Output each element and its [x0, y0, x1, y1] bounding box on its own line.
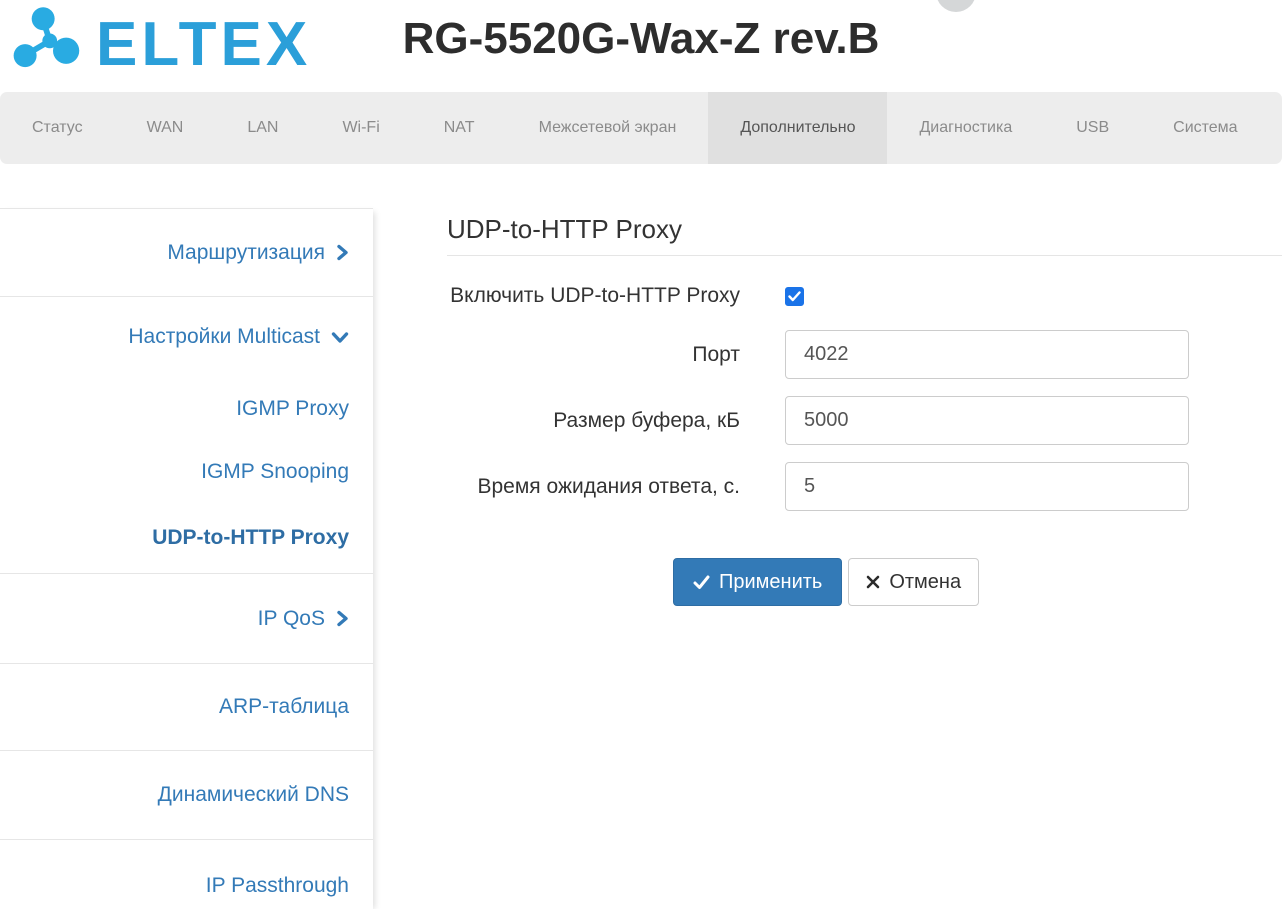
- response-timeout-input[interactable]: [785, 462, 1189, 511]
- sidebar-item-routing[interactable]: Маршрутизация: [0, 209, 373, 297]
- sidebar-item-arp-table[interactable]: ARP-таблица: [0, 664, 373, 751]
- top-circle-decoration: [936, 0, 976, 12]
- enable-proxy-label: Включить UDP-to-HTTP Proxy: [450, 284, 740, 307]
- chevron-right-icon: [337, 244, 348, 261]
- buffer-size-row: Размер буфера, кБ: [447, 396, 1282, 445]
- sidebar-item-udp-to-http-proxy[interactable]: UDP-to-HTTP Proxy: [0, 503, 373, 574]
- form-buttons: Применить Отмена: [673, 558, 1282, 606]
- chevron-down-icon: [331, 331, 349, 343]
- sidebar-item-label: Настройки Multicast: [128, 325, 320, 348]
- tab-diagnostics[interactable]: Диагностика: [887, 92, 1044, 164]
- main-nav: Статус WAN LAN Wi-Fi NAT Межсетевой экра…: [0, 92, 1282, 164]
- port-label: Порт: [692, 342, 740, 366]
- apply-button[interactable]: Применить: [673, 558, 843, 606]
- sidebar-item-label: Маршрутизация: [167, 240, 325, 264]
- sidebar-item-label: IGMP Snooping: [201, 459, 349, 483]
- sidebar-item-label: IP Passthrough: [205, 874, 349, 897]
- sidebar: Маршрутизация Настройки Multicast IGMP P…: [0, 208, 373, 909]
- port-input[interactable]: [785, 330, 1189, 379]
- sidebar-item-multicast-settings[interactable]: Настройки Multicast: [0, 297, 373, 377]
- cancel-button[interactable]: Отмена: [848, 558, 980, 606]
- heading-divider: [447, 255, 1282, 256]
- sidebar-item-ip-passthrough[interactable]: IP Passthrough: [0, 840, 373, 909]
- main-panel: UDP-to-HTTP Proxy Включить UDP-to-HTTP P…: [373, 164, 1282, 909]
- tab-firewall[interactable]: Межсетевой экран: [507, 92, 709, 164]
- tab-nat[interactable]: NAT: [412, 92, 507, 164]
- sidebar-item-label: IGMP Proxy: [236, 396, 349, 420]
- sidebar-item-label: ARP-таблица: [218, 695, 349, 718]
- close-icon: [867, 575, 880, 589]
- chevron-right-icon: [337, 610, 348, 627]
- tab-wan[interactable]: WAN: [115, 92, 216, 164]
- tab-system[interactable]: Система: [1141, 92, 1269, 164]
- port-row: Порт: [447, 330, 1282, 379]
- tab-lan[interactable]: LAN: [215, 92, 310, 164]
- cancel-button-label: Отмена: [889, 570, 962, 593]
- sidebar-item-igmp-proxy[interactable]: IGMP Proxy: [0, 377, 373, 440]
- page-title: UDP-to-HTTP Proxy: [447, 214, 682, 244]
- buffer-size-label: Размер буфера, кБ: [553, 408, 740, 432]
- sidebar-item-dynamic-dns[interactable]: Динамический DNS: [0, 751, 373, 840]
- response-timeout-label: Время ожидания ответа, с.: [477, 474, 741, 498]
- tab-wifi[interactable]: Wi-Fi: [310, 92, 411, 164]
- sidebar-item-label: IP QoS: [257, 606, 325, 630]
- enable-proxy-row: Включить UDP-to-HTTP Proxy: [447, 278, 1282, 314]
- buffer-size-input[interactable]: [785, 396, 1189, 445]
- enable-proxy-checkbox[interactable]: [785, 286, 804, 306]
- sidebar-item-label: UDP-to-HTTP Proxy: [152, 526, 349, 549]
- header: ELTEX RG-5520G-Wax-Z rev.B: [0, 0, 1282, 92]
- sidebar-item-igmp-snooping[interactable]: IGMP Snooping: [0, 440, 373, 503]
- sidebar-item-ip-qos[interactable]: IP QoS: [0, 574, 373, 664]
- tab-usb[interactable]: USB: [1044, 92, 1141, 164]
- tab-advanced[interactable]: Дополнительно: [708, 92, 888, 164]
- page: ELTEX RG-5520G-Wax-Z rev.B Статус WAN LA…: [0, 0, 1282, 909]
- apply-button-label: Применить: [719, 570, 823, 593]
- check-icon: [693, 575, 710, 589]
- device-title: RG-5520G-Wax-Z rev.B: [402, 14, 880, 63]
- tab-status[interactable]: Статус: [0, 92, 115, 164]
- content: Маршрутизация Настройки Multicast IGMP P…: [0, 164, 1282, 909]
- response-timeout-row: Время ожидания ответа, с.: [447, 462, 1282, 511]
- sidebar-item-label: Динамический DNS: [157, 783, 349, 806]
- check-icon: [788, 290, 801, 301]
